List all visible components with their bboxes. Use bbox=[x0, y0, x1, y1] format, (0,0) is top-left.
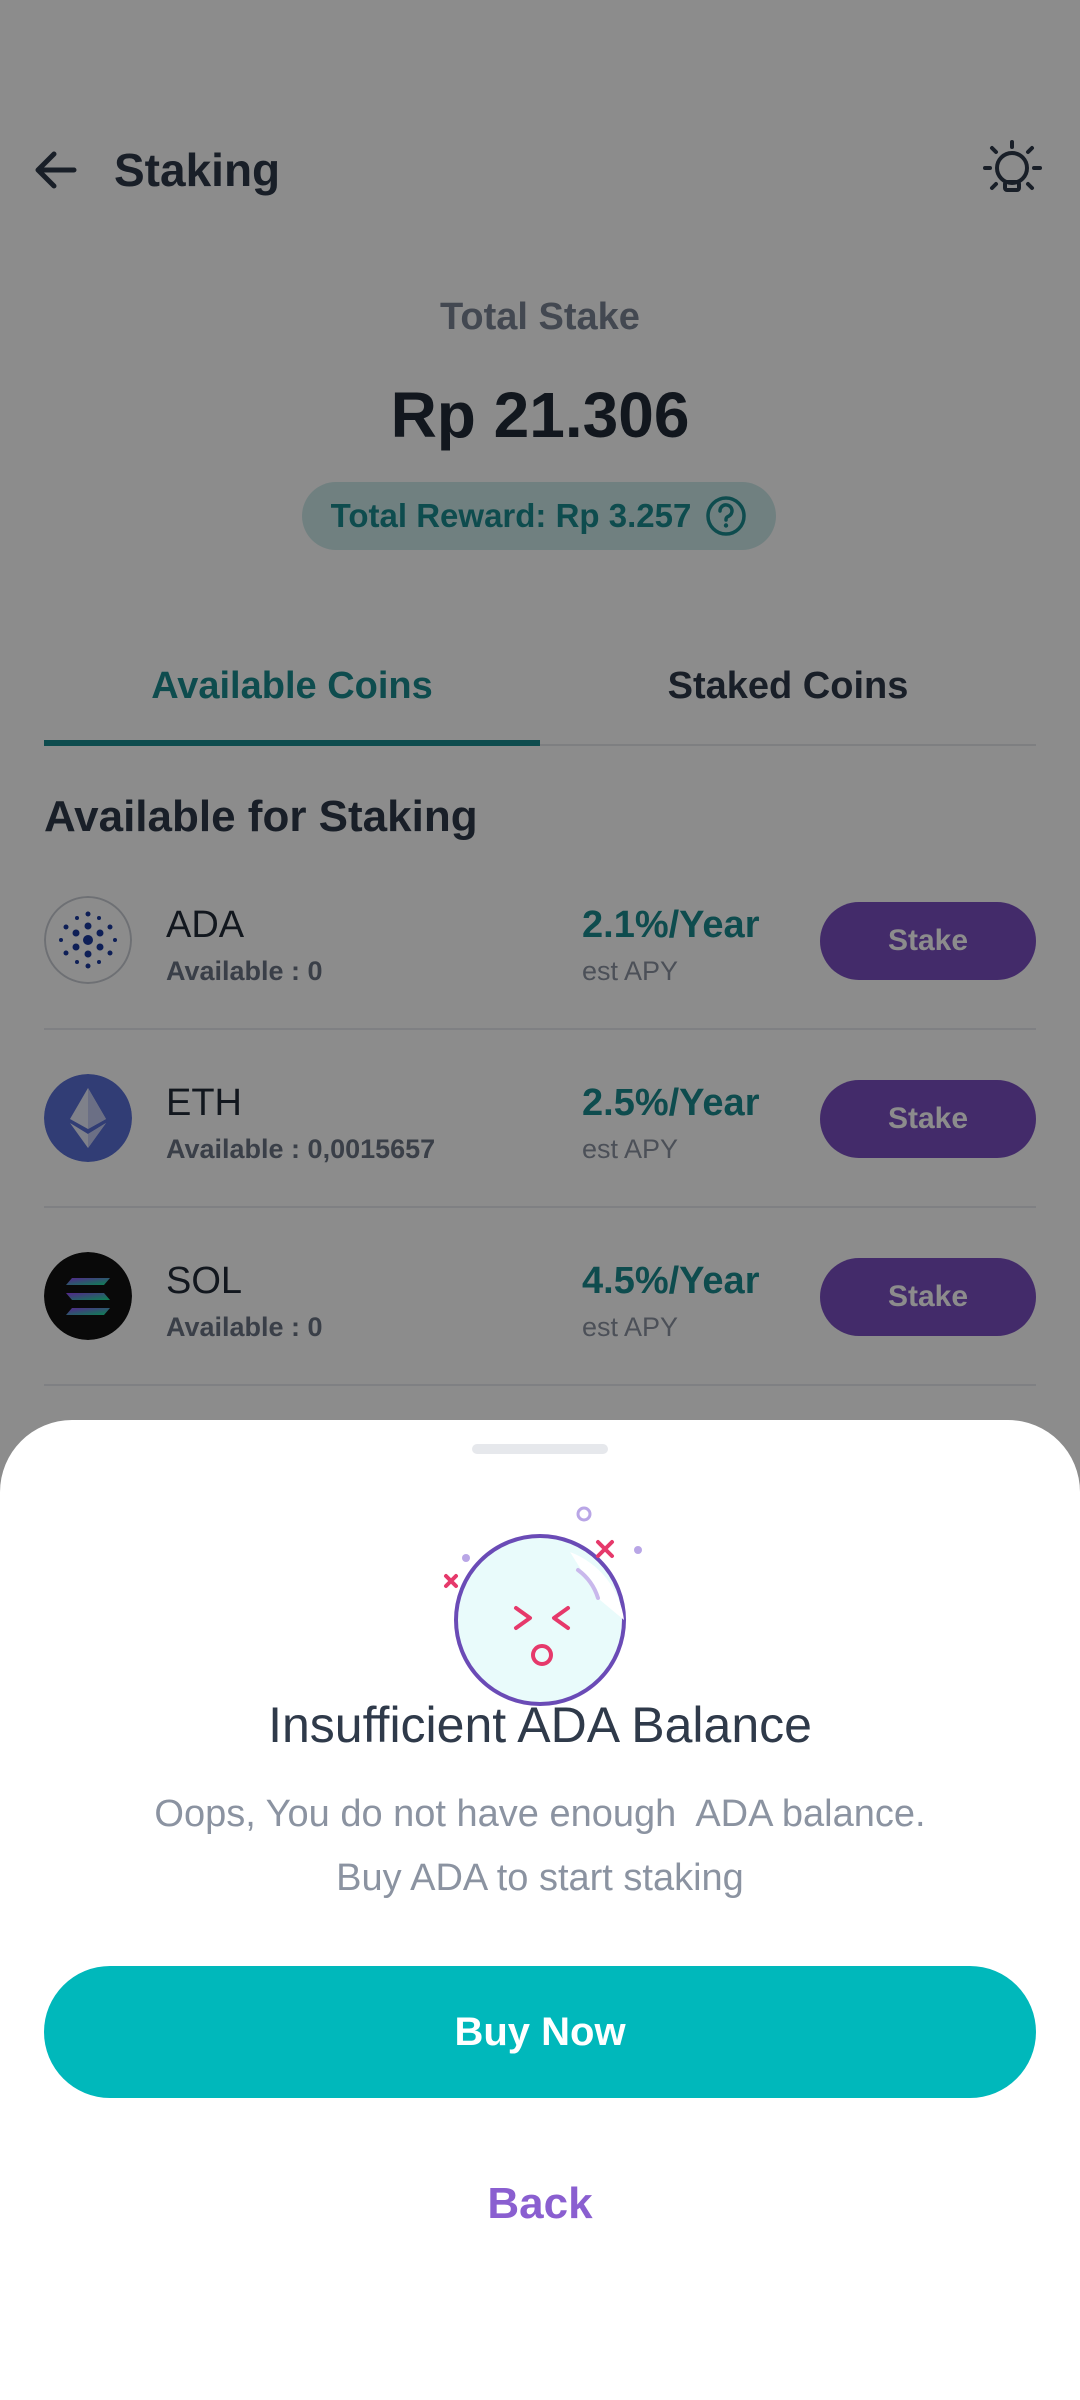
sad-face-icon bbox=[444, 1506, 642, 1706]
buy-now-button[interactable]: Buy Now bbox=[44, 1966, 1036, 2098]
sheet-message-line-2: Buy ADA to start staking bbox=[336, 1857, 744, 1899]
back-button[interactable]: Back bbox=[390, 2154, 690, 2254]
sheet-title: Insufficient ADA Balance bbox=[268, 1697, 812, 1753]
insufficient-balance-sheet: Insufficient ADA Balance Oops, You do no… bbox=[0, 1420, 1080, 2400]
sheet-message-line-1: Oops, You do not have enough ADA balance… bbox=[154, 1793, 926, 1835]
sheet-message: Oops, You do not have enough ADA balance… bbox=[120, 1782, 960, 1910]
drag-handle[interactable] bbox=[472, 1444, 608, 1454]
